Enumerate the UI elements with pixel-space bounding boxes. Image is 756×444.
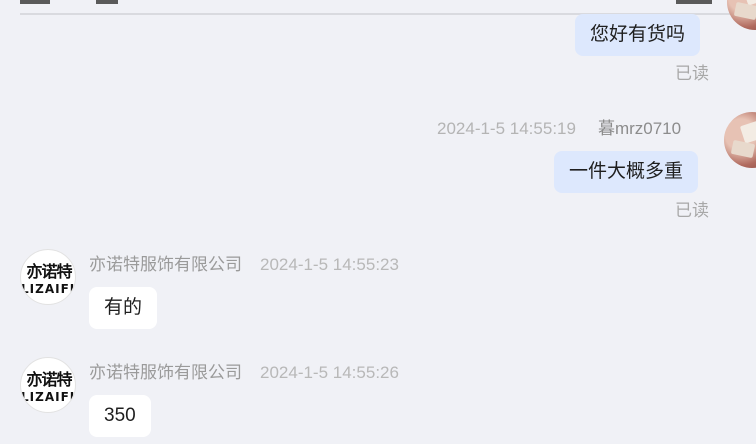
message-meta: 2024-1-5 14:55:19 暮mrz0710 <box>437 114 681 139</box>
shop-logo-text: 亦诺特 <box>26 262 72 281</box>
sender-name: 亦诺特服饰有限公司 <box>89 255 242 274</box>
message-meta: 亦诺特服饰有限公司 2024-1-5 14:55:23 <box>89 250 399 275</box>
header-fragment <box>676 0 712 4</box>
shop-avatar[interactable]: 亦诺特 LIZAIFI <box>20 249 76 305</box>
user-avatar[interactable] <box>724 112 756 168</box>
read-status: 已读 <box>675 64 709 83</box>
user-avatar[interactable] <box>727 0 756 30</box>
message-bubble-outgoing[interactable]: 一件大概多重 <box>554 151 699 193</box>
message-time: 2024-1-5 14:55:19 <box>437 119 576 138</box>
shop-avatar[interactable]: 亦诺特 LIZAIFI <box>20 357 76 413</box>
message-bubble-outgoing[interactable]: 您好有货吗 <box>575 14 701 56</box>
shop-logo-text: LIZAIFI <box>21 282 76 296</box>
sender-name: 暮mrz0710 <box>597 119 682 138</box>
header-fragment <box>20 0 50 4</box>
shop-logo-text: LIZAIFI <box>21 390 76 404</box>
read-status: 已读 <box>675 201 709 220</box>
message-meta: 亦诺特服饰有限公司 2024-1-5 14:55:26 <box>89 358 399 383</box>
message-bubble-incoming[interactable]: 350 <box>89 395 151 437</box>
shop-logo-text: 亦诺特 <box>26 370 72 389</box>
sender-name: 亦诺特服饰有限公司 <box>89 363 242 382</box>
message-time: 2024-1-5 14:55:26 <box>260 363 399 382</box>
message-bubble-incoming[interactable]: 有的 <box>89 287 158 329</box>
header-fragment <box>96 0 118 4</box>
message-time: 2024-1-5 14:55:23 <box>260 255 399 274</box>
